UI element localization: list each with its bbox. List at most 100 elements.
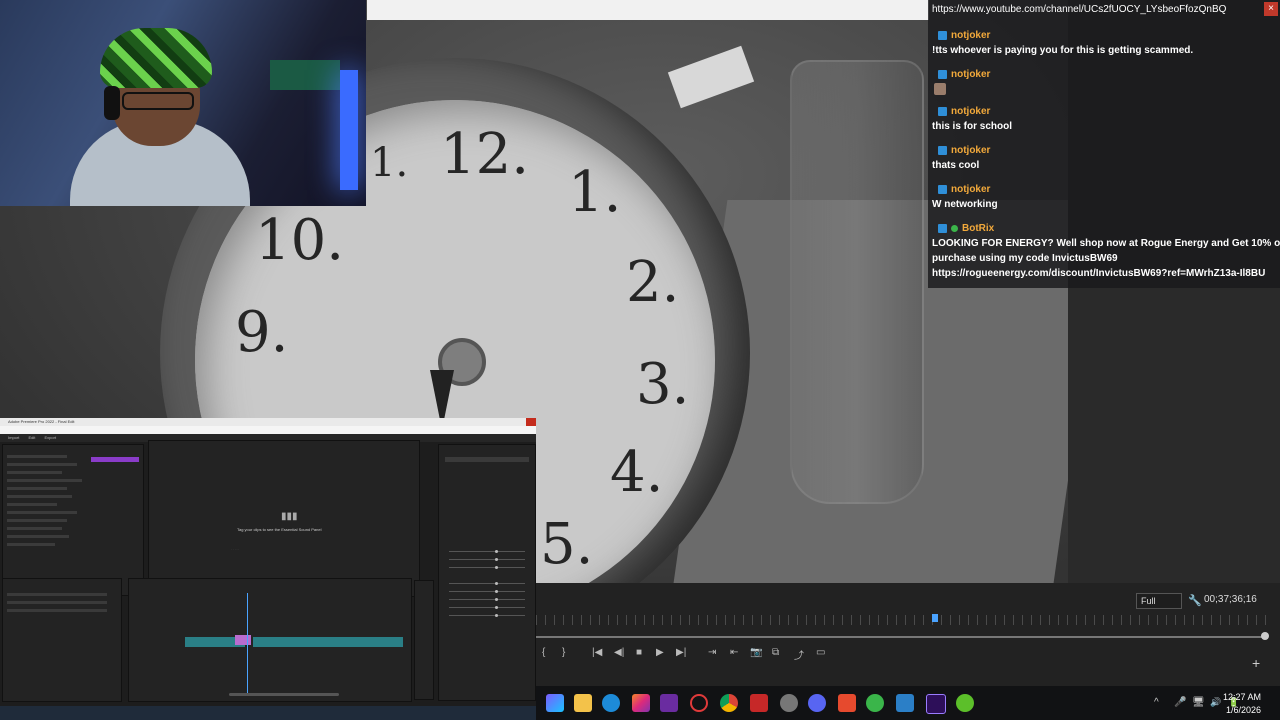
video-barcode-label — [667, 45, 755, 109]
tab-import[interactable]: Import — [8, 435, 19, 440]
chat-message: !tts whoever is paying you for this is g… — [932, 45, 1194, 56]
microphone-icon[interactable]: 🎤 — [1174, 697, 1186, 708]
mark-out-button[interactable]: } — [562, 647, 565, 658]
discord-icon[interactable] — [808, 694, 826, 712]
stop-button[interactable]: ■ — [636, 647, 642, 658]
platform-icon — [938, 69, 947, 79]
opera-icon[interactable] — [690, 694, 708, 712]
clock-number: 12. — [440, 122, 530, 187]
copilot-icon[interactable] — [546, 694, 564, 712]
project-item[interactable] — [7, 609, 107, 612]
app-icon[interactable] — [838, 694, 856, 712]
xbox-icon[interactable] — [956, 694, 974, 712]
step-back-button[interactable]: ◀| — [614, 647, 624, 658]
playback-resolution-select[interactable]: Full — [1136, 593, 1182, 609]
playhead-timecode: 00;37;36;16 — [1204, 594, 1257, 605]
lumetri-slider[interactable] — [449, 599, 525, 600]
slider-knob[interactable] — [495, 606, 498, 609]
lumetri-dropdown[interactable] — [445, 457, 485, 462]
timeline-clip[interactable] — [235, 635, 251, 645]
platform-icon — [938, 223, 947, 233]
tab-export[interactable]: Export — [45, 435, 57, 440]
clock-number: 1. — [568, 160, 622, 225]
clock-number: 2. — [626, 250, 680, 315]
chat-username: BotRix — [938, 223, 994, 234]
timeline-clip[interactable] — [253, 637, 403, 647]
tray-chevron-icon[interactable]: ^ — [1154, 697, 1159, 708]
lumetri-slider[interactable] — [449, 591, 525, 592]
clock-number: 1. — [370, 140, 409, 186]
tab-edit[interactable]: Edit — [28, 435, 35, 440]
screen: 12. 1. 1. 2. 10. 9. 3. 4. 5. https://www… — [0, 0, 1280, 720]
taskbar-date[interactable]: 1/6/2026 — [1215, 705, 1261, 715]
clock-number: 10. — [255, 208, 345, 273]
zoom-handle[interactable] — [1261, 632, 1269, 640]
chat-message: LOOKING FOR ENERGY? Well shop now at Rog… — [932, 238, 1280, 249]
slider-knob[interactable] — [495, 558, 498, 561]
edge-icon[interactable] — [602, 694, 620, 712]
nzxt-icon[interactable] — [660, 694, 678, 712]
settings-icon[interactable] — [780, 694, 798, 712]
essential-sound-options: · · · · · — [231, 547, 240, 551]
zoom-scrollbar[interactable] — [536, 636, 1266, 638]
app-icon[interactable] — [866, 694, 884, 712]
safe-margins-button[interactable]: ▭ — [816, 647, 825, 658]
waveform-icon: ▮▮▮ — [281, 511, 298, 522]
platform-icon — [938, 106, 947, 116]
timeline-scrollbar[interactable] — [229, 693, 339, 696]
lift-button[interactable]: ⇥ — [708, 647, 716, 658]
slider-knob[interactable] — [495, 614, 498, 617]
slider-knob[interactable] — [495, 598, 498, 601]
premiere-pro-icon[interactable] — [926, 694, 946, 714]
chat-message: this is for school — [932, 121, 1013, 132]
chat-username: notjoker — [938, 69, 990, 80]
project-item[interactable] — [7, 593, 107, 596]
lumetri-slider[interactable] — [449, 551, 525, 552]
lumetri-slider[interactable] — [449, 615, 525, 616]
lumetri-slider[interactable] — [449, 567, 525, 568]
instagram-icon[interactable] — [632, 694, 650, 712]
premiere-close-button[interactable] — [526, 418, 536, 426]
chrome-icon[interactable] — [720, 694, 738, 712]
fx-row — [7, 495, 72, 498]
slider-knob[interactable] — [495, 566, 498, 569]
voicemod-icon[interactable] — [750, 694, 768, 712]
webcam-person-cap — [100, 28, 212, 88]
button-editor-button[interactable]: + — [1252, 655, 1260, 671]
chat-message: purchase using my code InvictusBW69 — [932, 253, 1118, 264]
timeline-playhead[interactable] — [247, 593, 248, 693]
lumetri-slider[interactable] — [449, 583, 525, 584]
slider-knob[interactable] — [495, 590, 498, 593]
wrench-icon[interactable]: 🔧 — [1188, 594, 1202, 607]
lumetri-dropdown[interactable] — [485, 457, 529, 462]
lumetri-slider[interactable] — [449, 607, 525, 608]
export-frame-button[interactable]: 📷 — [750, 647, 762, 658]
chat-username: notjoker — [938, 106, 990, 117]
play-button[interactable]: ▶ — [656, 647, 664, 658]
go-to-in-button[interactable]: |◀ — [592, 647, 602, 658]
network-icon[interactable]: 🖥 — [1192, 697, 1205, 708]
slider-knob[interactable] — [495, 550, 498, 553]
lumetri-slider[interactable] — [449, 559, 525, 560]
comparison-view-button[interactable]: ⧉ — [772, 647, 779, 658]
chat-message: thats cool — [932, 160, 980, 171]
project-panel — [2, 578, 122, 702]
mark-in-button[interactable]: { — [542, 647, 545, 658]
fx-row — [7, 543, 55, 546]
extract-button[interactable]: ⇤ — [730, 647, 738, 658]
project-item[interactable] — [7, 601, 107, 604]
fx-row — [7, 471, 62, 474]
app-icon[interactable] — [896, 694, 914, 712]
taskbar-time[interactable]: 12:27 AM — [1215, 692, 1261, 702]
fx-row — [7, 503, 57, 506]
file-explorer-icon[interactable] — [574, 694, 592, 712]
chat-close-button[interactable]: × — [1264, 2, 1278, 16]
headset-icon — [104, 86, 120, 120]
fx-row — [7, 511, 77, 514]
share-button[interactable]: ⤴ — [794, 647, 804, 662]
playhead-marker[interactable] — [932, 614, 938, 622]
chat-message-link[interactable]: https://rogueenergy.com/discount/Invictu… — [932, 268, 1265, 279]
slider-knob[interactable] — [495, 582, 498, 585]
clock-number: 4. — [610, 440, 664, 505]
step-forward-button[interactable]: ▶| — [676, 647, 686, 658]
